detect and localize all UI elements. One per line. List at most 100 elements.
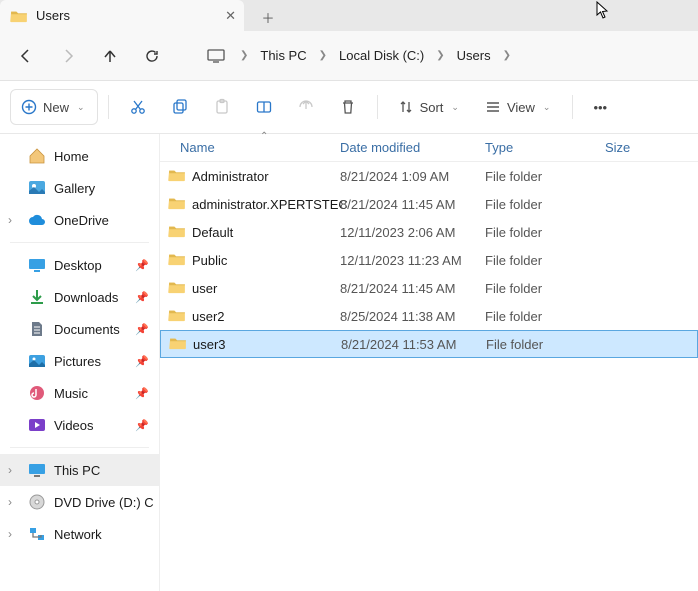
- file-date: 8/21/2024 11:45 AM: [340, 281, 485, 296]
- view-button[interactable]: View ⌄: [475, 89, 563, 125]
- file-date: 8/21/2024 1:09 AM: [340, 169, 485, 184]
- sidebar-item-pictures[interactable]: Pictures 📌: [0, 345, 159, 377]
- folder-icon: [168, 280, 186, 297]
- table-row[interactable]: administrator.XPERTSTEC8/21/2024 11:45 A…: [160, 190, 698, 218]
- file-type: File folder: [485, 281, 605, 296]
- crumb-thispc[interactable]: This PC: [252, 48, 314, 63]
- folder-icon: [168, 308, 186, 325]
- chevron-down-icon: ⌄: [75, 102, 87, 113]
- table-row[interactable]: user 8/21/2024 11:45 AMFile folder: [160, 274, 698, 302]
- file-date: 8/21/2024 11:45 AM: [340, 197, 485, 212]
- table-row[interactable]: Administrator 8/21/2024 1:09 AMFile folde…: [160, 162, 698, 190]
- chevron-right-icon[interactable]: ❯: [238, 50, 250, 61]
- sidebar-label: Music: [54, 386, 88, 401]
- delete-button[interactable]: [329, 89, 367, 125]
- sidebar-item-videos[interactable]: Videos 📌: [0, 409, 159, 441]
- col-date[interactable]: Date modified: [340, 140, 485, 155]
- crumb-disk[interactable]: Local Disk (C:): [331, 48, 432, 63]
- cloud-icon: [28, 212, 46, 228]
- file-type: File folder: [485, 169, 605, 184]
- sort-icon: [398, 99, 414, 115]
- sidebar-item-gallery[interactable]: Gallery: [0, 172, 159, 204]
- chevron-down-icon: ⌄: [449, 102, 461, 113]
- sidebar-label: Videos: [54, 418, 94, 433]
- separator: [10, 242, 149, 243]
- file-date: 12/11/2023 2:06 AM: [340, 225, 485, 240]
- videos-icon: [28, 417, 46, 433]
- new-tab-button[interactable]: ＋: [252, 3, 284, 31]
- more-button[interactable]: •••: [583, 89, 617, 125]
- table-row[interactable]: user28/25/2024 11:38 AMFile folder: [160, 302, 698, 330]
- share-button[interactable]: [287, 89, 325, 125]
- new-button[interactable]: New ⌄: [10, 89, 98, 125]
- crumb-folder[interactable]: Users: [449, 48, 499, 63]
- folder-icon: [168, 168, 186, 185]
- pc-icon[interactable]: [196, 38, 236, 74]
- sidebar-label: Pictures: [54, 354, 101, 369]
- sidebar: Home Gallery OneDrive Desktop 📌 Download…: [0, 134, 160, 591]
- sidebar-item-music[interactable]: Music 📌: [0, 377, 159, 409]
- file-type: File folder: [485, 253, 605, 268]
- pin-icon: 📌: [135, 323, 149, 336]
- sidebar-item-network[interactable]: Network: [0, 518, 159, 550]
- sidebar-item-thispc[interactable]: This PC: [0, 454, 159, 486]
- separator: [377, 95, 378, 119]
- sort-button[interactable]: Sort ⌄: [388, 89, 471, 125]
- gallery-icon: [28, 180, 46, 196]
- chevron-right-icon[interactable]: ❯: [501, 50, 513, 61]
- chevron-right-icon[interactable]: ❯: [317, 50, 329, 61]
- collapse-icon[interactable]: ⌃: [260, 131, 268, 142]
- rename-button[interactable]: [245, 89, 283, 125]
- file-name: user: [192, 281, 217, 296]
- col-name[interactable]: Name: [160, 140, 340, 155]
- chevron-right-icon[interactable]: ❯: [434, 50, 446, 61]
- separator: [108, 95, 109, 119]
- forward-button[interactable]: [48, 38, 88, 74]
- view-label: View: [507, 100, 535, 115]
- toolbar: New ⌄ Sort ⌄ View ⌄ •••: [0, 81, 698, 134]
- file-name: Public: [192, 253, 227, 268]
- pc-icon: [28, 462, 46, 478]
- pin-icon: 📌: [135, 355, 149, 368]
- folder-icon: [168, 196, 186, 213]
- sidebar-item-documents[interactable]: Documents 📌: [0, 313, 159, 345]
- sidebar-label: Desktop: [54, 258, 102, 273]
- sidebar-item-onedrive[interactable]: OneDrive: [0, 204, 159, 236]
- sidebar-item-downloads[interactable]: Downloads 📌: [0, 281, 159, 313]
- file-type: File folder: [485, 225, 605, 240]
- separator: [10, 447, 149, 448]
- col-type[interactable]: Type: [485, 140, 605, 155]
- sidebar-label: Gallery: [54, 181, 95, 196]
- file-name: user2: [192, 309, 225, 324]
- refresh-button[interactable]: [132, 38, 172, 74]
- pin-icon: 📌: [135, 387, 149, 400]
- view-icon: [485, 99, 501, 115]
- back-button[interactable]: [6, 38, 46, 74]
- sidebar-label: DVD Drive (D:) CCC: [54, 495, 154, 510]
- plus-circle-icon: [21, 99, 37, 115]
- sidebar-item-desktop[interactable]: Desktop 📌: [0, 249, 159, 281]
- file-name: Administrator: [192, 169, 269, 184]
- pin-icon: 📌: [135, 291, 149, 304]
- table-row[interactable]: Default12/11/2023 2:06 AMFile folder: [160, 218, 698, 246]
- network-icon: [28, 526, 46, 542]
- table-row[interactable]: user38/21/2024 11:53 AMFile folder: [160, 330, 698, 358]
- address-bar: ❯ This PC ❯ Local Disk (C:) ❯ Users ❯: [0, 31, 698, 81]
- sidebar-label: Home: [54, 149, 89, 164]
- paste-button[interactable]: [203, 89, 241, 125]
- sidebar-label: OneDrive: [54, 213, 109, 228]
- up-button[interactable]: [90, 38, 130, 74]
- cut-button[interactable]: [119, 89, 157, 125]
- folder-icon: [168, 224, 186, 241]
- main-area: Home Gallery OneDrive Desktop 📌 Download…: [0, 134, 698, 591]
- close-icon[interactable]: ✕: [225, 8, 236, 24]
- home-icon: [28, 148, 46, 164]
- copy-button[interactable]: [161, 89, 199, 125]
- sidebar-item-dvd[interactable]: DVD Drive (D:) CCC: [0, 486, 159, 518]
- sidebar-item-home[interactable]: Home: [0, 140, 159, 172]
- col-size[interactable]: Size: [605, 140, 698, 155]
- tab-users[interactable]: Users ✕: [0, 0, 244, 31]
- titlebar: Users ✕ ＋: [0, 0, 698, 31]
- table-row[interactable]: Public12/11/2023 11:23 AMFile folder: [160, 246, 698, 274]
- sort-label: Sort: [420, 100, 444, 115]
